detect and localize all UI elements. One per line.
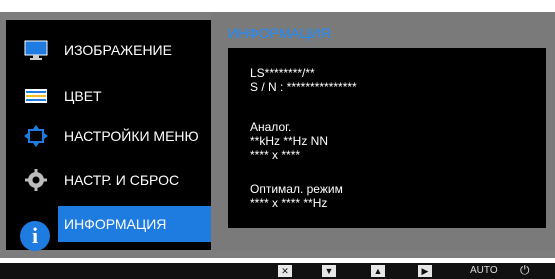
menu-item-setup-reset[interactable]: НАСТР. И СБРОС [6,162,211,198]
menu-item-information[interactable]: ИНФОРМАЦИЯ [58,206,211,242]
resolution-text: **** x **** [250,148,301,162]
down-arrow-icon[interactable]: ▼ [322,265,336,277]
serial-text: S / N : *************** [250,80,357,94]
up-arrow-icon[interactable]: ▲ [371,265,385,277]
frequency-text: **kHz **Hz NN [250,134,329,148]
menu-settings-icon [24,125,48,147]
display-icon [24,39,48,61]
auto-button[interactable]: AUTO [470,265,498,276]
menu-item-color[interactable]: ЦВЕТ [6,78,211,114]
menu-item-label: ИНФОРМАЦИЯ [64,216,167,232]
menu-item-label: НАСТРОЙКИ МЕНЮ [64,128,199,144]
color-bars-icon [24,85,48,107]
source-text: Аналог. [250,120,292,134]
power-icon[interactable]: ⏻ [520,263,530,278]
bottom-bar: ✕ ▼ ▲ ▶ AUTO ⏻ [0,263,555,279]
model-text: LS********/** [250,66,315,80]
gear-icon [24,169,48,191]
close-x-icon[interactable]: ✕ [278,265,292,277]
info-box: LS********/** S / N : *************** Ан… [228,48,546,228]
menu-item-label: НАСТР. И СБРОС [64,172,180,188]
menu-panel: ИЗОБРАЖЕНИЕ ЦВЕТ НАСТРОЙКИ МЕНЮ НАСТР. И… [6,20,211,251]
optimal-label: Оптимал. режим [250,182,343,196]
content-title: ИНФОРМАЦИЯ [228,25,331,41]
menu-item-menu-settings[interactable]: НАСТРОЙКИ МЕНЮ [6,118,211,154]
menu-item-label: ЦВЕТ [64,88,102,104]
right-arrow-icon[interactable]: ▶ [418,265,432,277]
optimal-value: **** x **** **Hz [250,196,328,210]
menu-item-image[interactable]: ИЗОБРАЖЕНИЕ [6,32,211,68]
info-icon: i [20,221,50,251]
menu-item-label: ИЗОБРАЖЕНИЕ [64,42,172,58]
